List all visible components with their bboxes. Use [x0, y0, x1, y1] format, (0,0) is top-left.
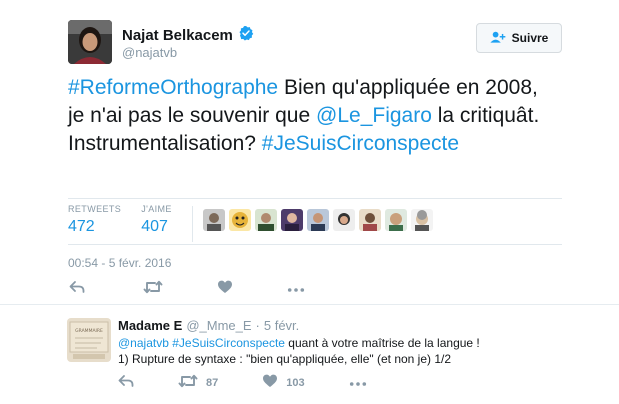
heart-icon — [217, 279, 233, 300]
follow-button[interactable]: Suivre — [476, 23, 562, 53]
reply-button[interactable] — [118, 374, 134, 392]
more-icon — [349, 374, 367, 392]
likes-label: J'AIME — [141, 204, 172, 214]
retweets-count: 472 — [68, 218, 95, 235]
like-button[interactable]: 103 — [262, 373, 305, 394]
reply-text: @najatvb #JeSuisCirconspecte quant à vot… — [118, 335, 558, 367]
mention-link[interactable]: @Le_Figaro — [316, 104, 432, 127]
reply-author-name[interactable]: Madame E — [118, 318, 182, 333]
tweet-timestamp[interactable]: 00:54 - 5 févr. 2016 — [68, 256, 171, 270]
tweet-card: Najat Belkacem @najatvb Suivre #ReformeO… — [0, 0, 619, 404]
liker-avatar[interactable] — [384, 209, 407, 231]
heart-icon — [262, 373, 278, 394]
reply-author-handle[interactable]: @_Mme_E — [186, 318, 251, 333]
verified-badge-icon — [238, 25, 254, 46]
reply-header: Madame E @_Mme_E · 5 févr. — [118, 318, 299, 333]
divider — [68, 244, 562, 245]
follow-button-label: Suivre — [511, 31, 549, 45]
liker-avatar[interactable] — [254, 209, 277, 231]
retweet-button[interactable] — [142, 280, 164, 298]
reply-text-part: quant à votre maîtrise de la langue ! — [284, 336, 480, 350]
likers-avatars — [202, 209, 433, 231]
like-count: 103 — [286, 377, 305, 389]
hashtag-link[interactable]: #JeSuisCirconspecte — [262, 132, 459, 155]
divider — [68, 198, 562, 199]
reply-icon — [118, 373, 134, 394]
reply-icon — [69, 279, 85, 300]
like-button[interactable] — [216, 280, 234, 298]
reply-author-avatar[interactable]: GRAMMAIRE — [67, 318, 111, 362]
avatar-caption: GRAMMAIRE — [75, 328, 103, 334]
more-icon — [287, 280, 305, 298]
retweet-icon — [178, 373, 198, 394]
liker-avatar[interactable] — [332, 209, 355, 231]
liker-avatar[interactable] — [358, 209, 381, 231]
reply-separator: · — [255, 318, 260, 333]
mention-link[interactable]: @najatvb — [118, 336, 169, 350]
retweet-button[interactable]: 87 — [178, 374, 218, 392]
retweet-count: 87 — [206, 377, 219, 389]
retweets-stat[interactable]: RETWEETS 472 — [68, 204, 121, 236]
likes-count: 407 — [141, 218, 168, 235]
more-button[interactable] — [349, 374, 367, 392]
more-button[interactable] — [286, 280, 306, 298]
reply-button[interactable] — [68, 280, 86, 298]
likes-stat[interactable]: J'AIME 407 — [141, 204, 172, 236]
liker-avatar[interactable] — [280, 209, 303, 231]
liker-avatar[interactable] — [306, 209, 329, 231]
liker-avatar[interactable] — [228, 209, 251, 231]
hashtag-link[interactable]: #ReformeOrthographe — [68, 76, 278, 99]
liker-avatar[interactable] — [410, 209, 433, 231]
add-user-icon — [490, 30, 506, 47]
reply-date[interactable]: 5 févr. — [264, 318, 299, 333]
tweet-text: #ReformeOrthographe Bien qu'appliquée en… — [68, 74, 558, 158]
divider — [0, 304, 619, 305]
retweets-label: RETWEETS — [68, 204, 122, 214]
reply-text-line: 1) Rupture de syntaxe : "bien qu'appliqu… — [118, 352, 452, 366]
tweet-actions — [68, 280, 306, 298]
hashtag-link[interactable]: #JeSuisCirconspecte — [172, 336, 285, 350]
author-name-line: Najat Belkacem — [122, 25, 254, 46]
author-avatar[interactable] — [68, 20, 112, 64]
reply-actions: 87 103 — [118, 374, 411, 392]
author-name[interactable]: Najat Belkacem — [122, 27, 233, 44]
liker-avatar[interactable] — [202, 209, 225, 231]
stats-separator — [191, 206, 193, 242]
retweet-icon — [143, 279, 163, 300]
author-handle[interactable]: @najatvb — [122, 45, 177, 60]
tweet-stats: RETWEETS 472 J'AIME 407 — [68, 204, 433, 242]
